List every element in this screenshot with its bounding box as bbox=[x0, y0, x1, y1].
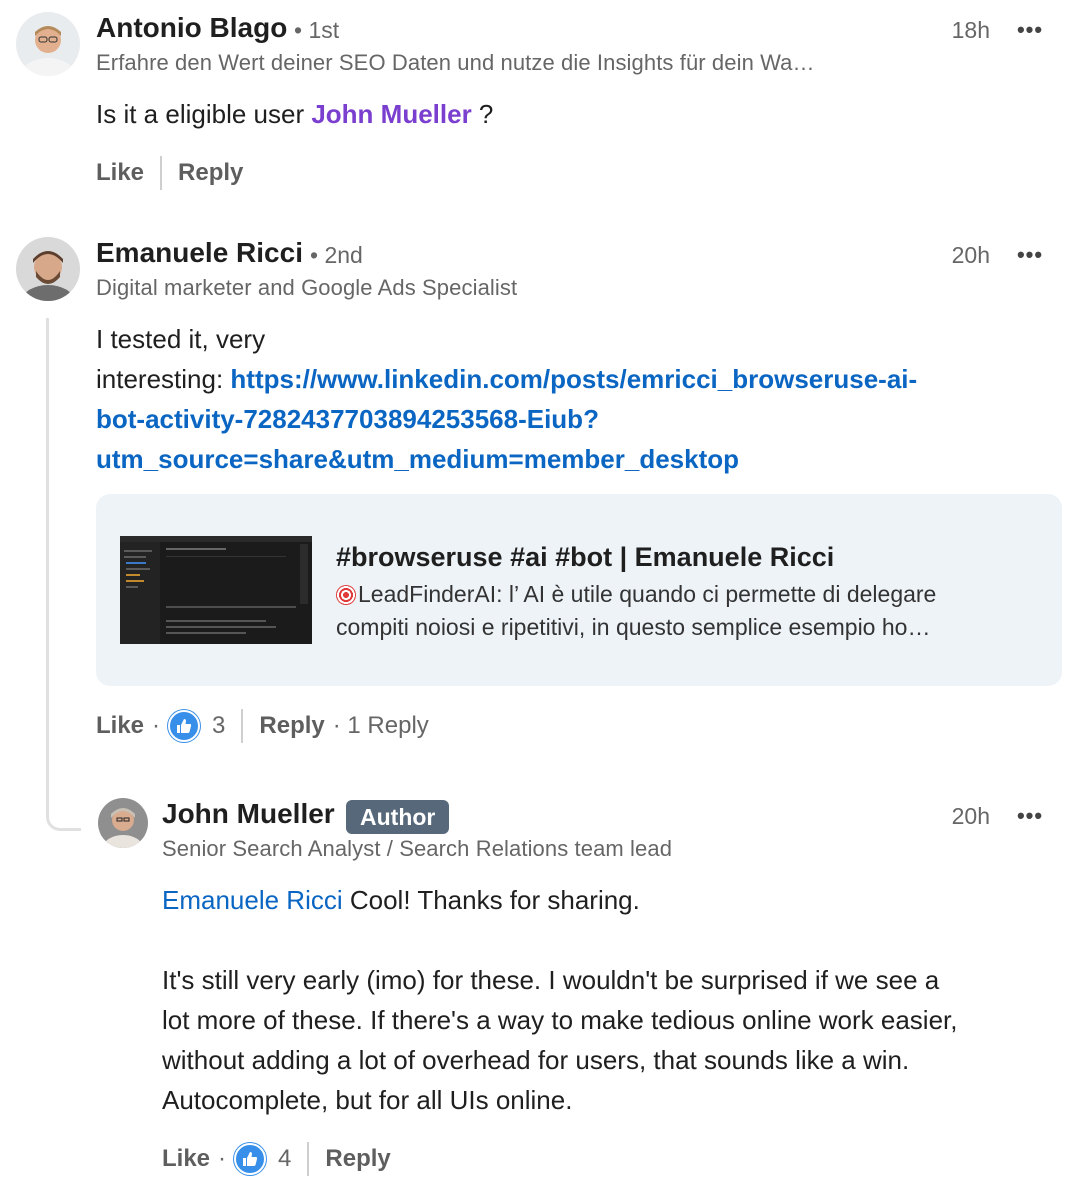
comment-text: Is it a eligible user John Mueller ? bbox=[96, 94, 493, 134]
reply-text: Emanuele Ricci Cool! Thanks for sharing.… bbox=[162, 880, 957, 1120]
more-options-icon[interactable]: ••• bbox=[1010, 17, 1050, 43]
like-reaction-icon[interactable] bbox=[234, 1143, 267, 1175]
profile-photo-emanuele bbox=[16, 237, 80, 301]
reply-text-line: It's still very early (imo) for these. I… bbox=[162, 965, 940, 995]
author-headline: Erfahre den Wert deiner SEO Daten und nu… bbox=[96, 50, 815, 75]
reply-button[interactable]: Reply bbox=[325, 1145, 390, 1173]
comment-author-name[interactable]: John Mueller bbox=[162, 798, 335, 830]
reply-text-part: Cool! Thanks for sharing. bbox=[342, 885, 640, 915]
reply-text-line: without adding a lot of overhead for use… bbox=[162, 1045, 910, 1075]
comment-text-line: interesting: https://www.linkedin.com/po… bbox=[96, 359, 917, 399]
comment-author-name[interactable]: Antonio Blago bbox=[96, 12, 287, 44]
comment-text-part: ? bbox=[471, 99, 494, 129]
author-badge: Author bbox=[346, 800, 450, 834]
divider bbox=[307, 1142, 310, 1176]
divider bbox=[160, 156, 163, 190]
more-options-icon[interactable]: ••• bbox=[1010, 803, 1050, 829]
preview-thumbnail bbox=[120, 536, 312, 644]
thread-connector bbox=[46, 318, 81, 831]
reply-text-line: lot more of these. If there's a way to m… bbox=[162, 1005, 958, 1035]
like-button[interactable]: Like bbox=[96, 712, 144, 740]
preview-description: LeadFinderAI: l’ AI è utile quando ci pe… bbox=[336, 578, 936, 644]
comment-text-part: Is it a eligible user bbox=[96, 99, 312, 129]
avatar[interactable] bbox=[98, 798, 148, 848]
link-preview-card[interactable]: #browseruse #ai #bot | Emanuele Ricci Le… bbox=[96, 494, 1062, 686]
reply-text-line: Emanuele Ricci Cool! Thanks for sharing. bbox=[162, 880, 957, 920]
reaction-count[interactable]: 4 bbox=[278, 1145, 291, 1173]
mention-link[interactable]: Emanuele Ricci bbox=[162, 885, 343, 915]
shared-link[interactable]: bot-activity-7282437703894253568-Eiub? bbox=[96, 399, 917, 439]
avatar[interactable] bbox=[16, 237, 80, 301]
author-headline: Digital marketer and Google Ads Speciali… bbox=[96, 275, 518, 300]
divider bbox=[241, 709, 244, 743]
more-options-icon[interactable]: ••• bbox=[1010, 242, 1050, 268]
like-reaction-icon[interactable] bbox=[168, 710, 201, 742]
separator-dot: · bbox=[152, 712, 161, 739]
reply-count[interactable]: · 1 Reply bbox=[333, 712, 429, 740]
shared-link[interactable]: utm_source=share&utm_medium=member_deskt… bbox=[96, 439, 917, 479]
author-headline: Senior Search Analyst / Search Relations… bbox=[162, 836, 673, 861]
shared-link[interactable]: https://www.linkedin.com/posts/emricci_b… bbox=[230, 364, 917, 394]
profile-photo-john bbox=[98, 798, 148, 848]
mention-link[interactable]: John Mueller bbox=[311, 99, 471, 129]
preview-description-line: LeadFinderAI: l’ AI è utile quando ci pe… bbox=[336, 578, 936, 611]
comment-text-part: interesting: bbox=[96, 364, 231, 394]
target-icon bbox=[336, 585, 356, 605]
code-editor-screenshot bbox=[120, 536, 312, 644]
like-button[interactable]: Like bbox=[96, 159, 144, 187]
comment-timestamp: 20h bbox=[951, 803, 990, 829]
preview-title[interactable]: #browseruse #ai #bot | Emanuele Ricci bbox=[336, 542, 834, 573]
comment-author-name[interactable]: Emanuele Ricci bbox=[96, 237, 303, 269]
like-button[interactable]: Like bbox=[162, 1145, 210, 1173]
comment-timestamp: 18h bbox=[951, 17, 990, 43]
profile-photo-antonio bbox=[16, 12, 80, 76]
comment-text: I tested it, very interesting: https://w… bbox=[96, 319, 917, 479]
comment-timestamp: 20h bbox=[951, 242, 990, 268]
comment-actions: Like · 3 Reply · 1 Reply bbox=[96, 709, 429, 743]
comment-text-line: I tested it, very bbox=[96, 324, 266, 354]
reaction-count[interactable]: 3 bbox=[212, 712, 225, 740]
thumbs-up-icon bbox=[243, 1152, 258, 1166]
connection-degree: • 2nd bbox=[310, 242, 363, 268]
preview-description-line: compiti noiosi e ripetitivi, in questo s… bbox=[336, 614, 931, 640]
preview-description-text: LeadFinderAI: l’ AI è utile quando ci pe… bbox=[358, 581, 937, 607]
comment-actions: Like Reply bbox=[96, 156, 243, 190]
avatar[interactable] bbox=[16, 12, 80, 76]
reply-text-line: Autocomplete, but for all UIs online. bbox=[162, 1085, 573, 1115]
reply-button[interactable]: Reply bbox=[178, 159, 243, 187]
connection-degree: • 1st bbox=[294, 17, 340, 43]
reply-actions: Like · 4 Reply bbox=[162, 1142, 391, 1176]
separator-dot: · bbox=[218, 1145, 227, 1172]
reply-button[interactable]: Reply bbox=[259, 712, 324, 740]
thumbs-up-icon bbox=[177, 719, 192, 733]
